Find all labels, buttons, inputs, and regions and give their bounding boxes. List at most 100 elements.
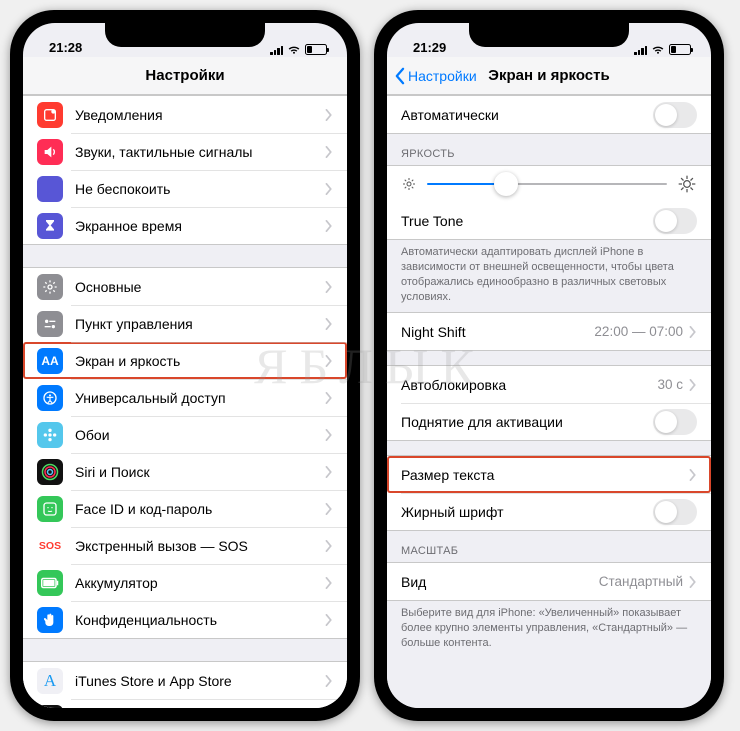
settings-row[interactable]: Обои [23,416,347,453]
row-auto-brightness[interactable]: Автоматически [387,96,711,133]
brightness-slider[interactable] [427,183,667,185]
chevron-right-icon [325,146,333,158]
chevron-right-icon [325,614,333,626]
settings-row[interactable]: Экранное время [23,207,347,244]
chevron-right-icon [325,392,333,404]
row-icon: SOS [37,533,63,559]
row-icon [37,385,63,411]
row-autolock[interactable]: Автоблокировка 30 с [387,366,711,403]
status-time: 21:29 [413,40,446,55]
row-label: Размер текста [401,467,689,483]
screen-right: 21:29 Настройки Экран и яркость Автомати… [387,23,711,708]
settings-row[interactable]: SOS Экстренный вызов — SOS [23,527,347,564]
row-icon [37,102,63,128]
section-header-brightness: ЯРКОСТЬ [387,134,711,165]
battery-icon [305,44,327,55]
back-label: Настройки [408,68,477,84]
back-button[interactable]: Настройки [393,57,477,94]
row-icon [37,496,63,522]
row-nightshift[interactable]: Night Shift 22:00 — 07:00 [387,313,711,350]
chevron-right-icon [325,466,333,478]
toggle-truetone[interactable] [653,208,697,234]
row-label: Уведомления [75,107,325,123]
display-settings[interactable]: Автоматически ЯРКОСТЬ True Tone Автомати… [387,95,711,708]
row-label: Night Shift [401,324,594,340]
row-bold-text[interactable]: Жирный шрифт [387,493,711,530]
toggle-auto[interactable] [653,102,697,128]
cellular-icon [270,45,283,55]
row-label: Автоматически [401,107,653,123]
row-truetone[interactable]: True Tone [387,202,711,239]
toggle-bold[interactable] [653,499,697,525]
row-detail: Стандартный [599,574,683,589]
row-label: Экстренный вызов — SOS [75,538,325,554]
row-text-size[interactable]: Размер текста [387,456,711,493]
row-label: Экран и яркость [75,353,325,369]
status-indicators [634,44,691,55]
settings-row[interactable]: Основные [23,268,347,305]
settings-row[interactable]: Siri и Поиск [23,453,347,490]
row-icon [37,422,63,448]
row-label: Не беспокоить [75,181,325,197]
settings-row[interactable]: Звуки, тактильные сигналы [23,133,347,170]
brightness-slider-row[interactable] [387,166,711,202]
section-header-scale: МАСШТАБ [387,531,711,562]
sun-small-icon [401,176,417,192]
chevron-right-icon [689,469,697,481]
wifi-icon [651,45,665,55]
row-label: Жирный шрифт [401,504,653,520]
row-label: iTunes Store и App Store [75,673,325,689]
row-label: True Tone [401,213,653,229]
chevron-right-icon [325,109,333,121]
settings-row[interactable]: Не беспокоить [23,170,347,207]
row-label: Аккумулятор [75,575,325,591]
chevron-right-icon [325,675,333,687]
row-detail: 22:00 — 07:00 [594,324,683,339]
settings-row[interactable]: AiTunes Store и App Store [23,662,347,699]
toggle-raise[interactable] [653,409,697,435]
chevron-right-icon [325,355,333,367]
row-icon: A [37,668,63,694]
row-icon [37,311,63,337]
settings-row[interactable]: Уведомления [23,96,347,133]
settings-row[interactable]: Универсальный доступ [23,379,347,416]
notch [469,23,629,47]
row-label: Face ID и код-пароль [75,501,325,517]
sun-large-icon [677,174,697,194]
settings-row[interactable]: AAЭкран и яркость [23,342,347,379]
chevron-right-icon [689,326,697,338]
row-icon [37,213,63,239]
nav-bar: Настройки [23,57,347,95]
status-time: 21:28 [49,40,82,55]
row-label: Поднятие для активации [401,414,653,430]
settings-row[interactable]: Face ID и код-пароль [23,490,347,527]
row-detail: 30 с [657,377,683,392]
settings-row[interactable]: Конфиденциальность [23,601,347,638]
row-label: Звуки, тактильные сигналы [75,144,325,160]
phone-left: 21:28 Настройки Уведомления Звуки, тактил… [10,10,360,721]
row-label: Универсальный доступ [75,390,325,406]
row-raise-to-wake[interactable]: Поднятие для активации [387,403,711,440]
chevron-right-icon [325,540,333,552]
row-label: Автоблокировка [401,377,657,393]
row-icon [37,274,63,300]
row-icon [37,570,63,596]
chevron-left-icon [393,67,406,85]
row-label: Конфиденциальность [75,612,325,628]
row-icon [37,139,63,165]
wifi-icon [287,45,301,55]
row-icon [37,459,63,485]
truetone-footer: Автоматически адаптировать дисплей iPhon… [387,240,711,312]
notch [105,23,265,47]
settings-list[interactable]: Уведомления Звуки, тактильные сигналы Не б… [23,95,347,708]
settings-row[interactable]: Пункт управления [23,305,347,342]
row-icon [37,607,63,633]
settings-row[interactable]: Wallet и Apple Pay [23,699,347,708]
chevron-right-icon [689,379,697,391]
chevron-right-icon [325,429,333,441]
chevron-right-icon [325,503,333,515]
chevron-right-icon [325,318,333,330]
settings-row[interactable]: Аккумулятор [23,564,347,601]
row-label: Экранное время [75,218,325,234]
row-view[interactable]: Вид Стандартный [387,563,711,600]
